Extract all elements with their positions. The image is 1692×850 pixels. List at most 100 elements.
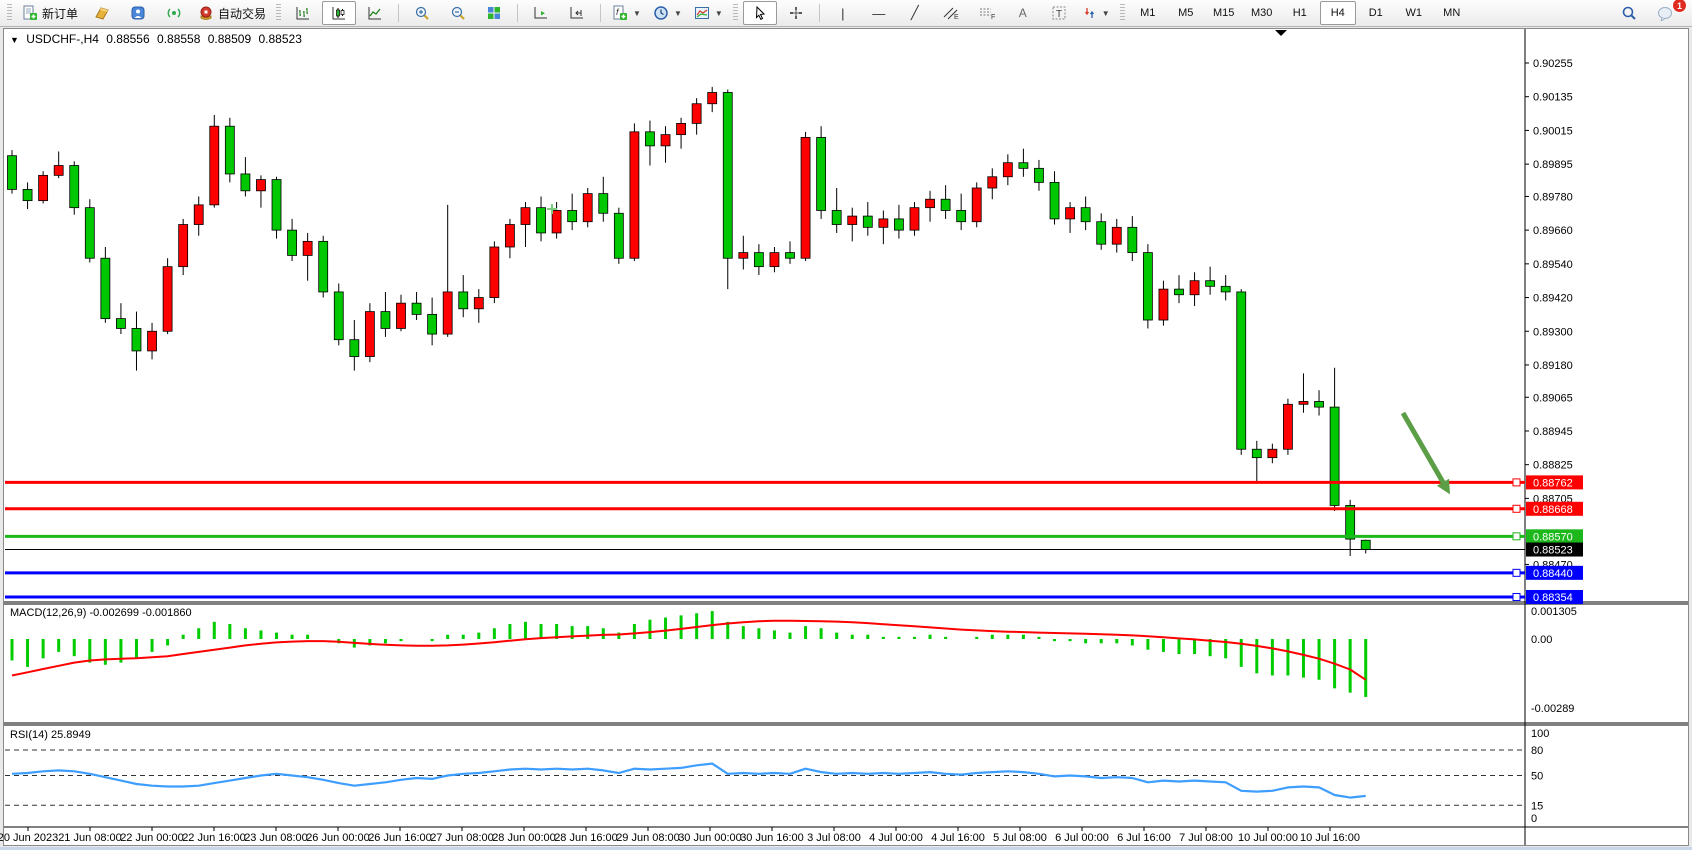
down-arrow-annotation[interactable] [1403, 413, 1444, 484]
candlestick-series[interactable] [8, 87, 1371, 556]
zoom-out-icon [450, 5, 466, 21]
timeframe-button-h4[interactable]: H4 [1320, 1, 1356, 25]
horizontal-line-button[interactable]: — [862, 1, 896, 25]
chart-annotations[interactable] [547, 30, 1450, 494]
toolbar-grip[interactable] [1120, 4, 1125, 22]
equidistant-channel-button[interactable]: E [934, 1, 968, 25]
periods-button[interactable]: ▼ [648, 1, 687, 25]
tile-windows-button[interactable] [477, 1, 511, 25]
toolbar-grip[interactable] [7, 4, 12, 22]
fibonacci-button[interactable]: F [970, 1, 1004, 25]
svg-text:0.89180: 0.89180 [1533, 360, 1573, 372]
svg-text:3 Jul 08:00: 3 Jul 08:00 [807, 832, 861, 844]
svg-text:4 Jul 16:00: 4 Jul 16:00 [931, 832, 985, 844]
horizontal-lines[interactable]: 0.887620.886680.885700.885230.884400.883… [5, 475, 1583, 604]
autotrade-button[interactable]: 自动交易 [193, 1, 271, 25]
equidistant-channel-icon: E [942, 5, 960, 21]
candle-body [1034, 168, 1043, 182]
toolbar-grip[interactable] [276, 4, 281, 22]
toolbar-grip[interactable] [733, 4, 738, 22]
candle-body [614, 213, 623, 258]
svg-text:0.90255: 0.90255 [1533, 58, 1573, 70]
chart-ohlc-header: ▼ USDCHF-,H4 0.88556 0.88558 0.88509 0.8… [10, 32, 306, 46]
candle-body [1081, 208, 1090, 222]
candle-body [1003, 163, 1012, 177]
arrows-button[interactable]: ▼ [1078, 1, 1115, 25]
candle-body [303, 241, 312, 255]
line-handle[interactable] [1513, 593, 1520, 600]
candle-body [1066, 208, 1075, 219]
svg-text:15: 15 [1531, 800, 1543, 812]
collapse-triangle-icon[interactable]: ▼ [10, 35, 19, 45]
rsi-line[interactable] [12, 764, 1366, 798]
auto-scroll-button[interactable] [524, 1, 558, 25]
svg-text:0.001305: 0.001305 [1531, 606, 1577, 618]
zoom-in-button[interactable] [405, 1, 439, 25]
timeframe-button-w1[interactable]: W1 [1396, 1, 1432, 25]
line-handle[interactable] [1513, 479, 1520, 486]
zoom-out-button[interactable] [441, 1, 475, 25]
vertical-line-icon: | [841, 6, 844, 21]
candle-body [116, 319, 125, 329]
candle-body [101, 258, 110, 318]
text-button[interactable]: A [1006, 1, 1040, 25]
market-button[interactable] [121, 1, 155, 25]
svg-text:0: 0 [1531, 813, 1537, 825]
candle-body [490, 247, 499, 298]
svg-text:0.89065: 0.89065 [1533, 392, 1573, 404]
candle-body [879, 219, 888, 227]
candle-body [599, 194, 608, 214]
trendline-button[interactable]: ╱ [898, 1, 932, 25]
cursor-button[interactable] [743, 1, 777, 25]
candle-body [272, 180, 281, 231]
rsi-indicator-label: RSI(14) 25.8949 [10, 729, 91, 741]
text-label-button[interactable]: T [1042, 1, 1076, 25]
timeframe-button-m1[interactable]: M1 [1130, 1, 1166, 25]
vertical-line-button[interactable]: | [826, 1, 860, 25]
candle-body [443, 292, 452, 334]
candle-body [1206, 281, 1215, 287]
chart-shift-marker[interactable] [1275, 30, 1287, 36]
timeframe-button-m30[interactable]: M30 [1244, 1, 1280, 25]
timeframe-button-d1[interactable]: D1 [1358, 1, 1394, 25]
line-chart-icon [367, 5, 383, 21]
svg-text:20 Jun 2023: 20 Jun 2023 [0, 832, 58, 844]
line-handle[interactable] [1513, 505, 1520, 512]
candle-body [350, 340, 359, 357]
fibonacci-icon: F [978, 5, 996, 21]
candle-body [1252, 449, 1261, 457]
history-center-button[interactable] [85, 1, 119, 25]
search-button[interactable] [1612, 1, 1646, 25]
chart-canvas[interactable]: 0.902550.901350.900150.898950.897800.896… [0, 28, 1692, 847]
crosshair-icon [788, 5, 804, 21]
timeframe-button-m5[interactable]: M5 [1168, 1, 1204, 25]
templates-button[interactable]: ▼ [689, 1, 728, 25]
macd-indicator[interactable] [12, 611, 1366, 697]
bar-chart-button[interactable] [286, 1, 320, 25]
price-line-label: 0.88570 [1533, 531, 1573, 543]
line-handle[interactable] [1513, 533, 1520, 540]
svg-text:21 Jun 08:00: 21 Jun 08:00 [58, 832, 122, 844]
line-handle[interactable] [1513, 569, 1520, 576]
timeframe-button-m15[interactable]: M15 [1206, 1, 1242, 25]
trendline-icon: ╱ [911, 5, 919, 21]
crosshair-button[interactable] [779, 1, 813, 25]
candle-body [1019, 163, 1028, 169]
notifications-button[interactable]: 1 [1648, 1, 1682, 25]
new-order-button[interactable]: 新订单 [17, 1, 83, 25]
candle-body [459, 292, 468, 309]
indicators-button[interactable]: f ▼ [607, 1, 646, 25]
ohlc-low: 0.88509 [208, 32, 251, 46]
horizontal-line-icon: — [872, 6, 885, 21]
line-chart-button[interactable] [358, 1, 392, 25]
timeframe-button-h1[interactable]: H1 [1282, 1, 1318, 25]
svg-text:0.90135: 0.90135 [1533, 92, 1573, 104]
signals-button[interactable] [157, 1, 191, 25]
timeframe-button-mn[interactable]: MN [1434, 1, 1470, 25]
svg-text:23 Jun 08:00: 23 Jun 08:00 [244, 832, 308, 844]
toolbar-separator [398, 4, 399, 22]
clock-icon [653, 5, 669, 21]
chart-shift-button[interactable] [560, 1, 594, 25]
candlestick-chart-button[interactable] [322, 1, 356, 25]
candle-body [381, 312, 390, 329]
